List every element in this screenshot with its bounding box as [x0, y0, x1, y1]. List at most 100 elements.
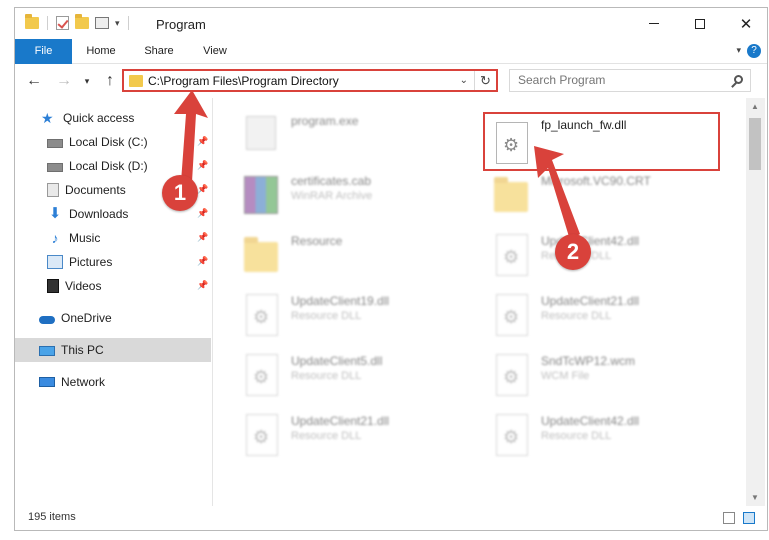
nav-item-music[interactable]: ♪ Music 📌 [15, 226, 211, 250]
file-name: UpdateClient19.dll [291, 294, 390, 308]
file-name: UpdateClient21.dll [541, 294, 640, 308]
tab-share[interactable]: Share [130, 39, 188, 64]
nav-item-pictures[interactable]: Pictures 📌 [15, 250, 211, 274]
file-name: program.exe [291, 114, 359, 128]
dll-icon [246, 354, 278, 396]
list-item[interactable]: SndTcWP12.wcm WCM File [486, 348, 716, 404]
minimize-icon [649, 23, 659, 24]
archive-icon [244, 176, 278, 214]
tab-file[interactable]: File [15, 39, 72, 64]
tab-view[interactable]: View [188, 39, 242, 64]
folder-icon [129, 75, 143, 87]
nav-item-this-pc[interactable]: This PC [15, 338, 211, 362]
nav-item-label: Quick access [63, 111, 135, 125]
file-name: Resource [291, 234, 343, 248]
search-input[interactable] [518, 73, 718, 87]
maximize-button[interactable] [677, 8, 723, 39]
star-icon: ★ [41, 110, 54, 126]
address-bar[interactable]: C:\Program Files\Program Directory ⌄ ↻ [122, 69, 498, 92]
file-type: Resource DLL [291, 310, 362, 322]
nav-item-quick-access[interactable]: ★ Quick access [15, 106, 211, 130]
nav-item-label: Music [69, 231, 101, 245]
nav-item-videos[interactable]: Videos 📌 [15, 274, 211, 298]
nav-item-label: Local Disk (D:) [69, 159, 148, 173]
forward-arrow-icon[interactable]: → [54, 72, 74, 90]
navigation-bar: ← → ▾ ↑ C:\Program Files\Program Directo… [15, 65, 767, 97]
list-item[interactable]: UpdateClient42.dll Resource DLL [486, 408, 716, 464]
search-box[interactable] [509, 69, 751, 92]
list-item[interactable]: UpdateClient42.dll Resource DLL [486, 228, 716, 284]
network-icon [39, 377, 55, 387]
customize-toolbar-chevron-down-icon[interactable]: ▾ [115, 18, 120, 29]
back-arrow-icon[interactable]: ← [24, 72, 44, 90]
help-icon[interactable]: ? [747, 44, 761, 58]
nav-item-label: Downloads [69, 207, 129, 221]
list-item[interactable]: program.exe [236, 108, 466, 164]
search-icon[interactable] [734, 75, 743, 84]
properties-check-icon[interactable] [56, 16, 69, 30]
close-button[interactable]: ✕ [723, 8, 769, 39]
file-type: Resource DLL [291, 430, 362, 442]
file-name: UpdateClient21.dll [291, 414, 390, 428]
nav-item-onedrive[interactable]: OneDrive [15, 306, 211, 330]
toolbar-divider [47, 16, 48, 30]
file-icon [496, 354, 528, 396]
large-icons-view-icon[interactable] [743, 512, 755, 524]
nav-item-label: OneDrive [61, 311, 112, 325]
file-name: Microsoft.VC90.CRT [541, 174, 651, 188]
pin-icon: 📌 [197, 136, 209, 146]
file-type: Resource DLL [291, 370, 362, 382]
expand-ribbon-chevron-down-icon[interactable]: ▾ [736, 45, 741, 56]
scrollbar-thumb[interactable] [749, 118, 761, 170]
folder-icon[interactable] [25, 14, 39, 29]
ribbon-tabs: File Home Share View ▾ ? [15, 39, 767, 64]
file-type: Resource DLL [541, 430, 612, 442]
list-item[interactable]: UpdateClient21.dll Resource DLL [486, 288, 716, 344]
file-name: UpdateClient42.dll [541, 414, 640, 428]
recent-locations-chevron-down-icon[interactable]: ▾ [81, 72, 93, 90]
callout-1: 1 [162, 175, 198, 211]
list-item[interactable]: UpdateClient21.dll Resource DLL [236, 408, 466, 464]
nav-item-label: Pictures [69, 255, 113, 269]
details-view-icon[interactable] [723, 512, 735, 524]
pin-icon: 📌 [197, 160, 209, 170]
drive-icon [47, 163, 63, 172]
window-title: Program [156, 17, 206, 32]
pin-icon: 📌 [197, 256, 209, 266]
tab-home[interactable]: Home [72, 39, 130, 64]
vertical-scrollbar[interactable]: ▲ ▼ [746, 98, 765, 506]
list-item-fp-launch-fw[interactable]: fp_launch_fw.dll [486, 116, 716, 170]
address-path[interactable]: C:\Program Files\Program Directory [148, 74, 339, 88]
refresh-icon[interactable]: ↻ [474, 71, 496, 90]
dll-icon [496, 122, 528, 164]
minimize-button[interactable] [631, 8, 677, 39]
pictures-icon [47, 255, 63, 269]
dll-icon [246, 294, 278, 336]
rename-icon[interactable] [95, 17, 109, 29]
nav-item-local-disk-c[interactable]: Local Disk (C:) 📌 [15, 130, 211, 154]
download-icon: ⬇ [48, 205, 62, 222]
file-type: WinRAR Archive [291, 190, 373, 202]
pin-icon: 📌 [197, 232, 209, 242]
nav-item-label: Network [61, 375, 106, 389]
list-item[interactable]: UpdateClient5.dll Resource DLL [236, 348, 466, 404]
up-arrow-icon[interactable]: ↑ [100, 72, 120, 90]
list-item[interactable]: Resource [236, 228, 466, 284]
address-history-chevron-down-icon[interactable]: ⌄ [460, 75, 468, 86]
folder-icon [244, 237, 278, 272]
scroll-up-icon[interactable]: ▲ [751, 102, 759, 111]
file-type: WCM File [541, 370, 590, 382]
file-name: SndTcWP12.wcm [541, 354, 636, 368]
new-folder-icon[interactable] [75, 14, 89, 29]
list-item[interactable]: UpdateClient19.dll Resource DLL [236, 288, 466, 344]
nav-item-network[interactable]: Network [15, 370, 211, 394]
videos-icon [47, 279, 59, 293]
scroll-down-icon[interactable]: ▼ [751, 493, 759, 502]
pin-icon: 📌 [197, 184, 209, 194]
list-item[interactable]: Microsoft.VC90.CRT [486, 168, 716, 224]
nav-item-label: Videos [65, 279, 102, 293]
file-type: Resource DLL [541, 310, 612, 322]
cloud-icon [39, 316, 55, 324]
list-item[interactable]: certificates.cab WinRAR Archive [236, 168, 466, 224]
nav-item-label: Local Disk (C:) [69, 135, 148, 149]
